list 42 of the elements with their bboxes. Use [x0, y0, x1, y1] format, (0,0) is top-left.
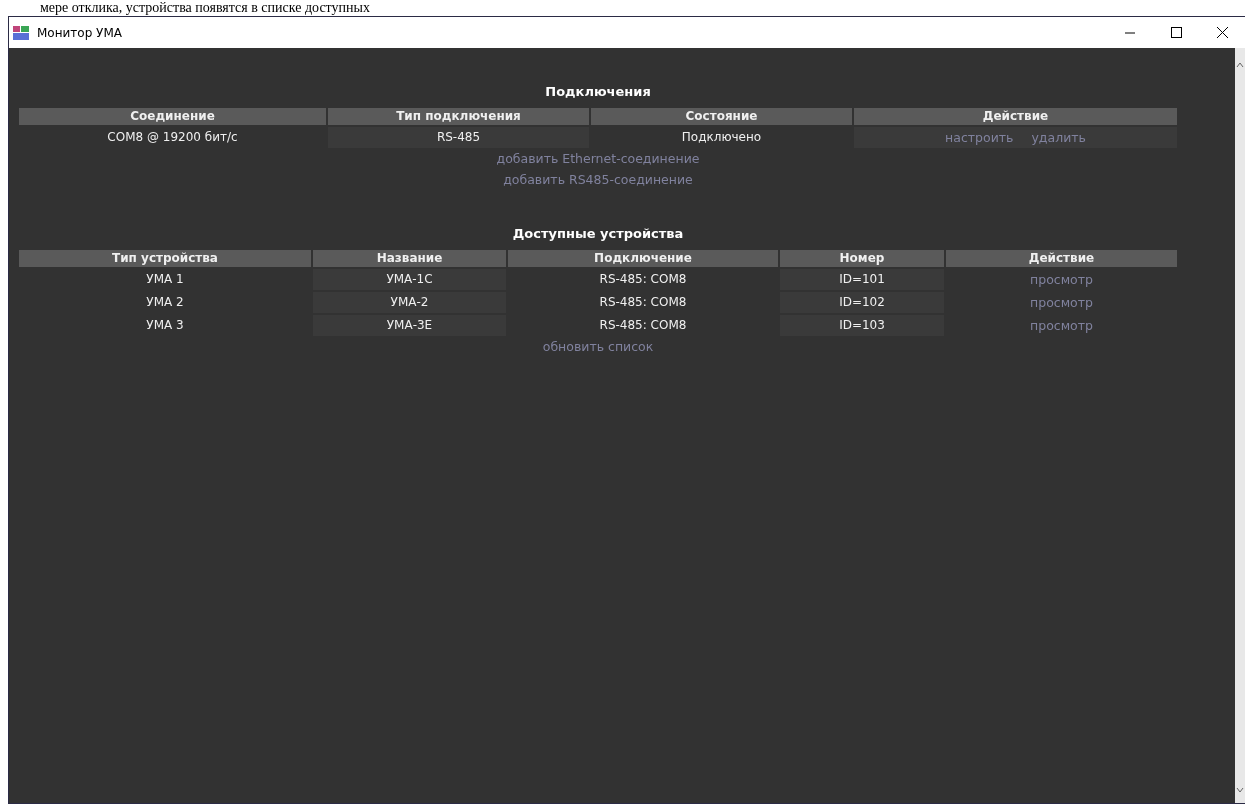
column-header: Действие: [854, 107, 1177, 125]
column-header: Состояние: [591, 107, 852, 125]
app-icon: [13, 25, 29, 40]
column-header: Действие: [946, 249, 1177, 267]
table-cell-text: COM8 @ 19200 бит/с: [106, 128, 239, 146]
action-link[interactable]: просмотр: [1030, 291, 1093, 313]
action-link[interactable]: настроить: [945, 126, 1014, 148]
document-text: мере отклика, устройства появятся в списке доступных: [39, 0, 371, 16]
add-link[interactable]: добавить Ethernet-соединение: [496, 149, 700, 169]
column-header: Название: [313, 249, 506, 267]
table-cell-text: RS-485: COM8: [598, 270, 688, 288]
column-header: Тип подключения: [328, 107, 589, 125]
table-cell: RS-485: [328, 126, 589, 148]
action-link[interactable]: просмотр: [1030, 268, 1093, 290]
table-cell-text: УМА 1: [145, 270, 185, 288]
maximize-icon[interactable]: [1170, 27, 1182, 38]
column-header: Тип устройства: [19, 249, 311, 267]
close-icon[interactable]: [1216, 27, 1228, 38]
section-title: Подключения: [544, 83, 652, 101]
add-link[interactable]: обновить список: [542, 337, 654, 357]
column-header: Номер: [780, 249, 944, 267]
add-link[interactable]: добавить RS485-соединение: [503, 171, 693, 190]
table-cell: УМА-3Е: [313, 314, 506, 336]
action-link[interactable]: удалить: [1031, 126, 1086, 148]
table-cell: ID=103: [780, 314, 944, 336]
window-title: Монитор УМА: [37, 24, 122, 42]
table-cell-text: УМА 2: [145, 293, 185, 311]
scroll-down-icon[interactable]: [1236, 787, 1244, 793]
column-header: Подключение: [508, 249, 778, 267]
table-cell-text: RS-485: COM8: [598, 316, 688, 334]
table-cell-text: Подключено: [680, 128, 763, 146]
section-title: Доступные устройства: [511, 225, 685, 243]
scroll-up-icon[interactable]: [1236, 62, 1244, 68]
table-cell: УМА-2: [313, 291, 506, 313]
column-header: Соединение: [19, 107, 326, 125]
table-cell-text: УМА 3: [145, 316, 185, 334]
scrollbar[interactable]: [1235, 48, 1245, 803]
table-cell-text: RS-485: COM8: [598, 293, 688, 311]
table-cell: ID=101: [780, 268, 944, 290]
action-link[interactable]: просмотр: [1030, 314, 1093, 336]
table-cell: ID=102: [780, 291, 944, 313]
table-cell: УМА-1С: [313, 268, 506, 290]
